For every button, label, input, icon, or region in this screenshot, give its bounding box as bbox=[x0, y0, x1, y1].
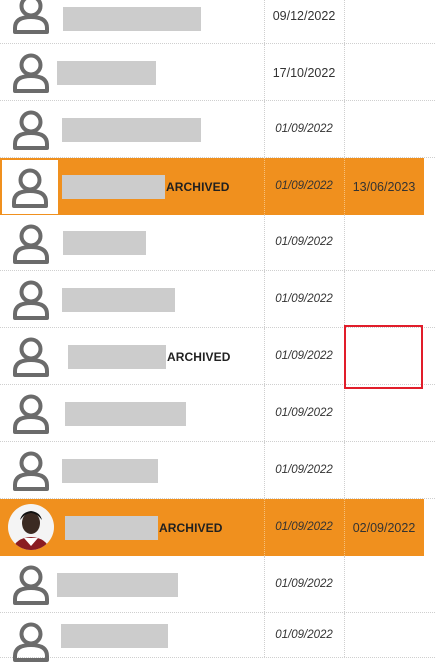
student-name[interactable] bbox=[57, 61, 157, 85]
table-row[interactable]: 01/09/2022 bbox=[0, 215, 435, 271]
start-date: 01/09/2022 bbox=[275, 629, 333, 641]
table-row[interactable]: ARCHIVED 01/09/2022 13/06/2023 bbox=[0, 158, 435, 215]
person-icon bbox=[6, 559, 56, 609]
person-icon bbox=[6, 274, 56, 324]
student-name[interactable]: ARCHIVED bbox=[62, 175, 229, 199]
profile-photo bbox=[6, 502, 56, 552]
person-icon bbox=[6, 388, 56, 438]
student-name[interactable] bbox=[62, 459, 159, 483]
student-name[interactable] bbox=[65, 402, 187, 426]
table-edge bbox=[424, 442, 435, 498]
column-divider bbox=[344, 613, 345, 657]
name-redaction bbox=[63, 7, 201, 31]
start-date: 01/09/2022 bbox=[275, 350, 333, 362]
person-icon bbox=[6, 104, 56, 154]
end-date: 13/06/2023 bbox=[352, 180, 416, 194]
table-edge bbox=[424, 556, 435, 612]
table-row[interactable]: 01/09/2022 bbox=[0, 556, 435, 613]
student-name[interactable]: ARCHIVED bbox=[65, 516, 222, 540]
table-edge bbox=[424, 101, 435, 157]
column-divider bbox=[344, 556, 345, 612]
name-redaction bbox=[62, 118, 201, 142]
table-edge bbox=[424, 328, 435, 384]
archived-label: ARCHIVED bbox=[159, 521, 223, 535]
start-date: 01/09/2022 bbox=[275, 464, 333, 476]
person-icon bbox=[6, 47, 56, 97]
name-redaction bbox=[65, 516, 158, 540]
column-divider bbox=[344, 101, 345, 157]
name-redaction bbox=[57, 573, 178, 597]
table-edge bbox=[424, 215, 435, 270]
start-date: 01/09/2022 bbox=[275, 180, 333, 192]
student-name[interactable] bbox=[57, 573, 179, 597]
person-icon bbox=[6, 331, 56, 381]
table-row[interactable]: ARCHIVED 01/09/2022 02/09/2022 bbox=[0, 499, 435, 556]
name-redaction bbox=[62, 459, 158, 483]
table-edge bbox=[424, 385, 435, 441]
student-name[interactable] bbox=[61, 624, 169, 648]
table-edge bbox=[424, 44, 435, 100]
table-row[interactable]: 01/09/2022 bbox=[0, 271, 435, 328]
table-row[interactable]: 09/12/2022 bbox=[0, 0, 435, 44]
name-redaction bbox=[62, 175, 165, 199]
student-name[interactable] bbox=[62, 118, 202, 142]
start-date: 01/09/2022 bbox=[275, 521, 333, 533]
end-date: 02/09/2022 bbox=[352, 521, 416, 535]
table-row[interactable]: 01/09/2022 bbox=[0, 442, 435, 499]
student-name[interactable] bbox=[62, 288, 176, 312]
student-name[interactable] bbox=[63, 231, 147, 255]
student-name[interactable]: ARCHIVED bbox=[68, 345, 230, 369]
table-edge bbox=[424, 158, 435, 215]
table-row[interactable]: 01/09/2022 bbox=[0, 613, 435, 662]
start-date: 17/10/2022 bbox=[272, 66, 336, 80]
focus-outline-cell[interactable] bbox=[344, 325, 423, 389]
table-row[interactable]: 17/10/2022 bbox=[0, 44, 435, 101]
name-redaction bbox=[68, 345, 166, 369]
column-divider bbox=[344, 0, 345, 43]
person-icon bbox=[6, 616, 56, 666]
start-date: 01/09/2022 bbox=[275, 123, 333, 135]
start-date: 09/12/2022 bbox=[272, 9, 336, 23]
column-divider bbox=[344, 215, 345, 270]
start-date: 01/09/2022 bbox=[275, 578, 333, 590]
column-divider bbox=[344, 271, 345, 327]
start-date: 01/09/2022 bbox=[275, 236, 333, 248]
column-divider bbox=[344, 442, 345, 498]
name-redaction bbox=[61, 624, 168, 648]
person-icon bbox=[6, 445, 56, 495]
archived-label: ARCHIVED bbox=[166, 180, 230, 194]
column-divider bbox=[344, 44, 345, 100]
column-divider bbox=[344, 385, 345, 441]
start-date: 01/09/2022 bbox=[275, 407, 333, 419]
table-edge bbox=[424, 613, 435, 657]
person-icon bbox=[6, 218, 56, 268]
name-redaction bbox=[65, 402, 186, 426]
name-redaction bbox=[62, 288, 175, 312]
table-row[interactable]: 01/09/2022 bbox=[0, 385, 435, 442]
name-redaction bbox=[63, 231, 146, 255]
student-name[interactable] bbox=[63, 7, 202, 31]
person-icon bbox=[1, 159, 59, 215]
table-edge bbox=[424, 499, 435, 556]
person-icon bbox=[6, 0, 56, 38]
name-redaction bbox=[57, 61, 156, 85]
archived-label: ARCHIVED bbox=[167, 350, 231, 364]
start-date: 01/09/2022 bbox=[275, 293, 333, 305]
table-edge bbox=[424, 271, 435, 327]
table-row[interactable]: 01/09/2022 bbox=[0, 101, 435, 158]
table-edge bbox=[424, 0, 435, 43]
